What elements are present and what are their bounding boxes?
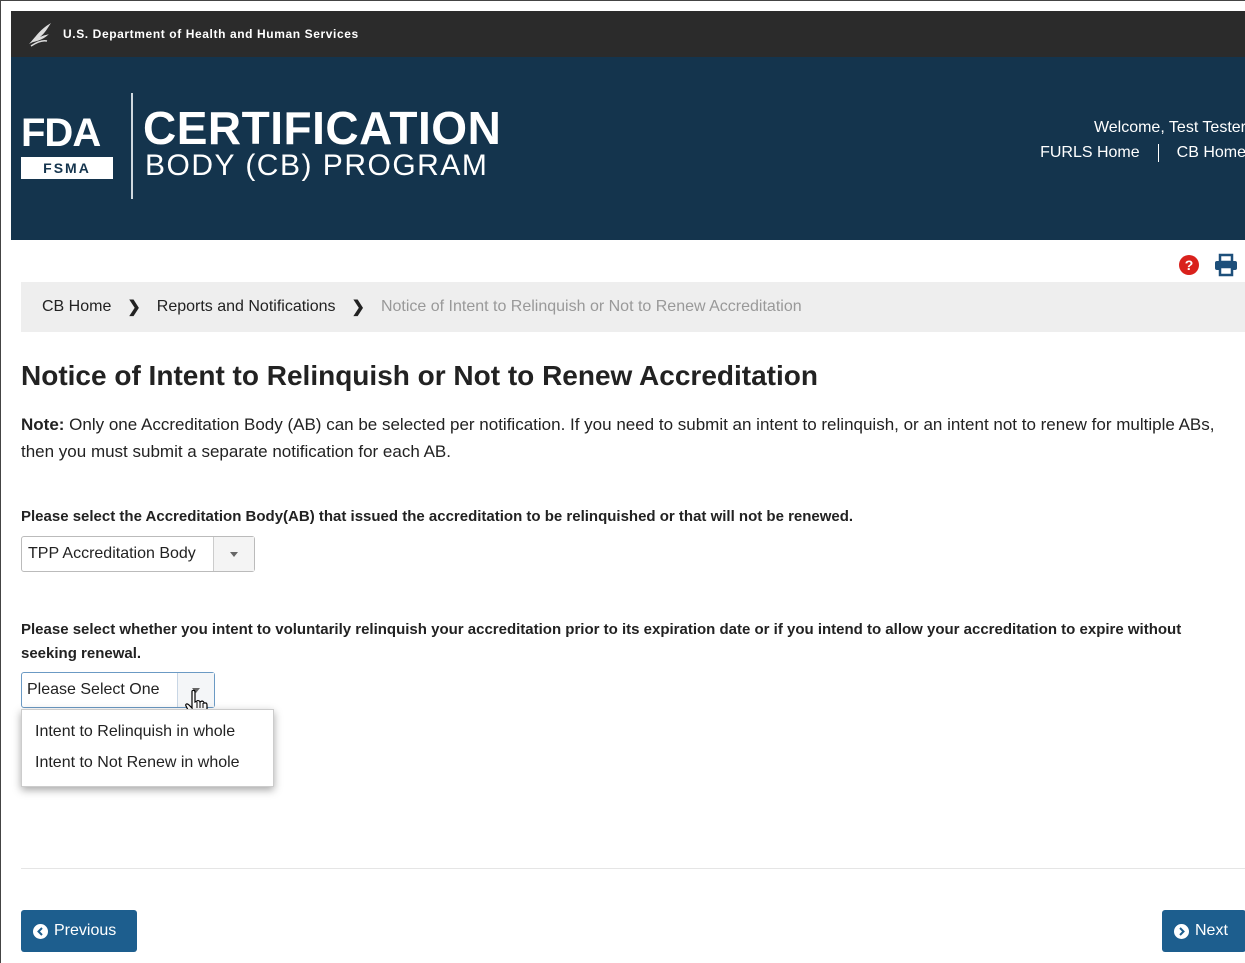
cb-home-link[interactable]: CB Home	[1177, 144, 1245, 162]
next-button[interactable]: Next	[1162, 910, 1245, 952]
chevron-right-icon: ❯	[351, 299, 365, 316]
arrow-left-circle-icon	[33, 923, 48, 939]
footer-divider	[21, 868, 1245, 869]
link-separator	[1157, 144, 1159, 162]
ab-select-label: Please select the Accreditation Body(AB)…	[21, 508, 854, 525]
banner-divider	[131, 93, 133, 199]
note-text: Note: Only one Accreditation Body (AB) c…	[21, 411, 1236, 465]
note-label: Note:	[21, 415, 65, 434]
question-circle-icon[interactable]: ?	[1179, 255, 1199, 275]
intent-select-label: Please select whether you intent to volu…	[21, 621, 1182, 662]
ab-select-value: TPP Accreditation Body	[28, 545, 196, 562]
breadcrumb-cb-home[interactable]: CB Home	[42, 298, 111, 316]
ab-select[interactable]: TPP Accreditation Body	[21, 536, 255, 572]
arrow-right-circle-icon	[1174, 923, 1189, 939]
hhs-title[interactable]: U.S. Department of Health and Human Serv…	[63, 27, 359, 41]
chevron-down-icon[interactable]	[213, 537, 254, 571]
fda-fsma-logo[interactable]: FDA FSMA	[21, 111, 113, 179]
intent-option-relinquish[interactable]: Intent to Relinquish in whole	[22, 716, 273, 747]
top-links: FURLS Home CB Home	[1040, 144, 1245, 162]
intent-select-value: Please Select One	[27, 681, 160, 698]
page-title: Notice of Intent to Relinquish or Not to…	[21, 360, 818, 391]
breadcrumb-reports[interactable]: Reports and Notifications	[157, 298, 336, 316]
chevron-right-icon: ❯	[127, 299, 141, 316]
note-body: Only one Accreditation Body (AB) can be …	[21, 415, 1215, 461]
next-label: Next	[1195, 922, 1228, 939]
previous-button[interactable]: Previous	[21, 910, 137, 952]
furls-home-link[interactable]: FURLS Home	[1040, 144, 1140, 162]
fsma-logo-word: FSMA	[21, 157, 113, 179]
hhs-header-bar: U.S. Department of Health and Human Serv…	[11, 11, 1245, 57]
program-title: CERTIFICATION	[143, 102, 502, 154]
breadcrumb-current: Notice of Intent to Relinquish or Not to…	[380, 298, 802, 315]
intent-dropdown-menu: Intent to Relinquish in whole Intent to …	[21, 709, 274, 787]
welcome-text: Welcome, Test Tester	[1093, 119, 1245, 136]
fda-logo-word: FDA	[21, 111, 101, 155]
hhs-eagle-icon	[23, 19, 57, 49]
breadcrumb: CB Home ❯ Reports and Notifications ❯ No…	[21, 282, 1245, 332]
print-icon[interactable]	[1213, 253, 1239, 277]
program-subtitle: BODY (CB) PROGRAM	[145, 149, 489, 182]
previous-label: Previous	[54, 922, 117, 939]
program-banner: FDA FSMA CERTIFICATION BODY (CB) PROGRAM…	[11, 57, 1245, 240]
intent-option-not-renew[interactable]: Intent to Not Renew in whole	[22, 747, 273, 778]
